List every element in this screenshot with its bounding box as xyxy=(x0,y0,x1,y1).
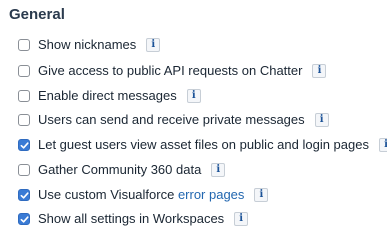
setting-label: Show all settings in Workspaces xyxy=(38,211,225,226)
show-nicknames-checkbox[interactable] xyxy=(18,39,30,51)
checkmark-icon xyxy=(20,141,29,149)
setting-label: Users can send and receive private messa… xyxy=(38,112,305,127)
setting-label-prefix: Use custom Visualforce xyxy=(38,187,178,202)
setting-public-api-access[interactable]: Give access to public API requests on Ch… xyxy=(18,62,327,80)
section-title: General xyxy=(9,6,65,23)
guest-asset-files-checkbox[interactable] xyxy=(18,139,30,151)
setting-label: Let guest users view asset files on publ… xyxy=(38,137,369,152)
setting-label: Show nicknames xyxy=(38,37,137,52)
info-icon[interactable]: i xyxy=(312,64,327,78)
setting-label: Give access to public API requests on Ch… xyxy=(38,63,303,78)
setting-workspaces-settings[interactable]: Show all settings in Workspaces i xyxy=(18,210,249,228)
workspaces-settings-checkbox[interactable] xyxy=(18,213,30,225)
community-360-checkbox[interactable] xyxy=(18,164,30,176)
public-api-access-checkbox[interactable] xyxy=(18,65,30,77)
setting-private-messages[interactable]: Users can send and receive private messa… xyxy=(18,111,329,129)
setting-label: Gather Community 360 data xyxy=(38,162,202,177)
checkmark-icon xyxy=(20,191,29,199)
info-icon[interactable]: i xyxy=(378,138,387,152)
info-icon[interactable]: i xyxy=(186,89,201,103)
info-icon[interactable]: i xyxy=(211,163,226,177)
checkmark-icon xyxy=(20,215,29,223)
info-icon[interactable]: i xyxy=(234,212,249,226)
private-messages-checkbox[interactable] xyxy=(18,114,30,126)
setting-show-nicknames[interactable]: Show nicknames i xyxy=(18,36,161,54)
setting-guest-asset-files[interactable]: Let guest users view asset files on publ… xyxy=(18,136,387,154)
setting-label: Use custom Visualforce error pages xyxy=(38,187,244,203)
direct-messages-checkbox[interactable] xyxy=(18,90,30,102)
info-icon[interactable]: i xyxy=(254,188,269,202)
visualforce-error-pages-checkbox[interactable] xyxy=(18,189,30,201)
info-icon[interactable]: i xyxy=(146,38,161,52)
setting-visualforce-error-pages[interactable]: Use custom Visualforce error pages i xyxy=(18,186,269,204)
error-pages-link[interactable]: error pages xyxy=(178,187,244,202)
info-icon[interactable]: i xyxy=(314,113,329,127)
setting-community-360[interactable]: Gather Community 360 data i xyxy=(18,161,226,179)
general-settings-section: General Show nicknames i Give access to … xyxy=(0,0,387,241)
setting-direct-messages[interactable]: Enable direct messages i xyxy=(18,87,201,105)
setting-label: Enable direct messages xyxy=(38,88,177,103)
